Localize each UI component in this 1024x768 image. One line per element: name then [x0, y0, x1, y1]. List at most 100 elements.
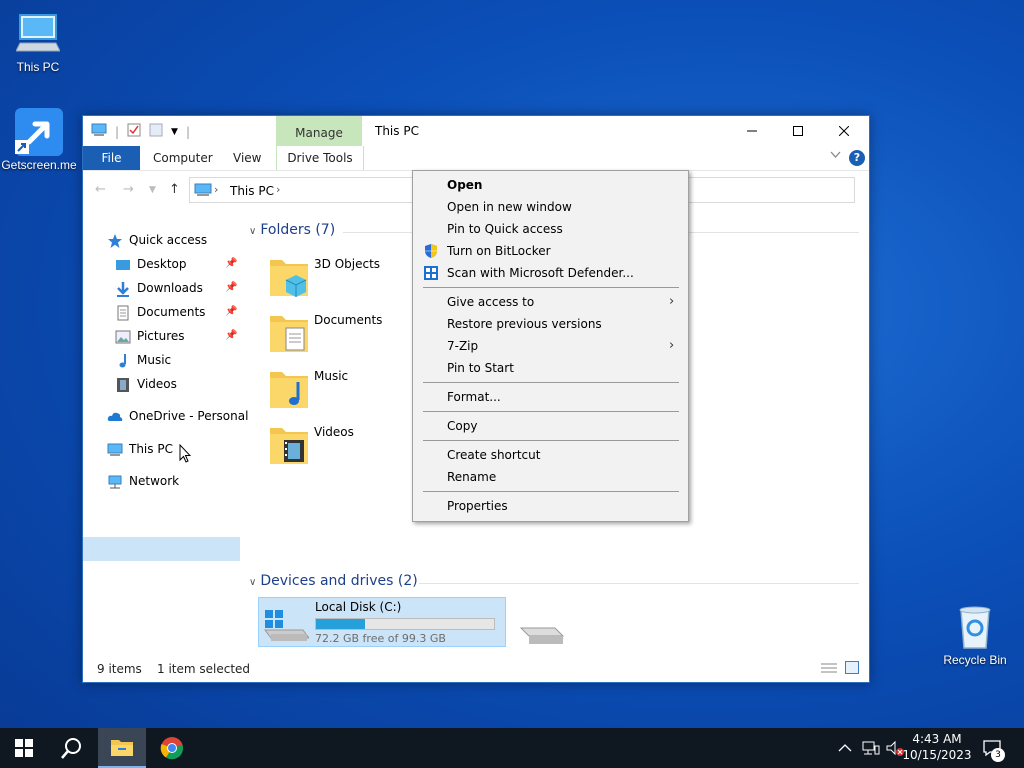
chevron-up-icon: [838, 744, 852, 752]
folder-3d-objects[interactable]: 3D Objects: [268, 252, 418, 304]
defender-icon: [423, 265, 439, 281]
nav-item-quick-access[interactable]: Quick access: [107, 229, 207, 251]
nav-item-pictures[interactable]: Pictures: [115, 325, 185, 347]
close-button[interactable]: [821, 116, 867, 146]
menu-item-open[interactable]: Open: [413, 174, 688, 196]
expand-ribbon-icon[interactable]: [830, 149, 841, 162]
document-icon: [115, 305, 131, 321]
taskbar-chrome[interactable]: [148, 728, 196, 768]
nav-selection-highlight: [83, 537, 240, 561]
quick-access-toolbar: | ▼ |: [91, 123, 190, 140]
start-button[interactable]: [0, 728, 48, 768]
menu-item-give-access[interactable]: Give access to ›: [413, 291, 688, 313]
menu-item-pin-start[interactable]: Pin to Start: [413, 357, 688, 379]
nav-item-videos[interactable]: Videos: [115, 373, 177, 395]
recent-locations-icon[interactable]: ▼: [149, 185, 156, 195]
taskbar-file-explorer[interactable]: [98, 728, 146, 768]
taskbar: 4:43 AM 10/15/2023 3: [0, 728, 1024, 768]
folder-label: Videos: [314, 425, 354, 439]
desktop-icon-getscreen[interactable]: Getscreen.me: [1, 108, 77, 172]
nav-item-this-pc[interactable]: This PC: [107, 438, 173, 460]
folder-music[interactable]: Music: [268, 364, 418, 416]
computer-small-icon: [194, 183, 212, 200]
help-button[interactable]: ?: [849, 150, 865, 166]
nav-item-documents[interactable]: Documents: [115, 301, 205, 323]
pin-icon: 📌: [225, 330, 238, 341]
show-hidden-icons[interactable]: [838, 728, 852, 768]
menu-item-format[interactable]: Format...: [413, 386, 688, 408]
nav-item-onedrive[interactable]: OneDrive - Personal: [107, 405, 248, 427]
menu-separator: [423, 491, 679, 492]
desktop-icon-this-pc[interactable]: This PC: [0, 10, 76, 74]
computer-icon: [107, 442, 123, 458]
drive-local-disk-c[interactable]: Local Disk (C:) 72.2 GB free of 99.3 GB: [258, 597, 506, 647]
menu-item-open-new-window[interactable]: Open in new window: [413, 196, 688, 218]
devices-group-header[interactable]: ∨ Devices and drives (2): [249, 573, 418, 589]
desktop-icon-recycle-bin[interactable]: Recycle Bin: [937, 603, 1013, 667]
chrome-icon: [160, 737, 184, 760]
drive-free-space: 72.2 GB free of 99.3 GB: [315, 632, 446, 645]
minimize-button[interactable]: [729, 116, 775, 146]
tab-computer[interactable]: Computer: [153, 146, 213, 170]
picture-icon: [115, 329, 131, 345]
menu-item-pin-quick-access[interactable]: Pin to Quick access: [413, 218, 688, 240]
chevron-down-icon[interactable]: ∨: [249, 577, 256, 588]
desktop-icon-label: Getscreen.me: [1, 158, 77, 172]
pin-icon: 📌: [225, 282, 238, 293]
group-divider: [419, 583, 859, 584]
window-title: This PC: [375, 124, 419, 138]
folders-group-header[interactable]: ∨ Folders (7): [249, 222, 335, 238]
nav-item-music[interactable]: Music: [115, 349, 171, 371]
nav-item-downloads[interactable]: Downloads: [115, 277, 203, 299]
network-status-icon[interactable]: [862, 728, 880, 768]
new-folder-icon[interactable]: [149, 123, 163, 140]
search-button[interactable]: [48, 728, 96, 768]
chevron-right-icon[interactable]: ›: [276, 183, 280, 196]
menu-separator: [423, 382, 679, 383]
ribbon: File Computer View Drive Tools ?: [83, 146, 869, 171]
properties-icon[interactable]: [127, 123, 141, 140]
chevron-right-icon[interactable]: ›: [214, 183, 218, 196]
folder-documents[interactable]: Documents: [268, 308, 418, 360]
title-bar: | ▼ | Manage This PC: [83, 116, 869, 146]
tab-file[interactable]: File: [83, 146, 140, 170]
menu-item-bitlocker[interactable]: Turn on BitLocker: [413, 240, 688, 262]
menu-separator: [423, 411, 679, 412]
nav-item-desktop[interactable]: Desktop: [115, 253, 187, 275]
tab-manage[interactable]: Manage: [276, 116, 362, 146]
details-view-icon[interactable]: [821, 662, 837, 677]
pin-icon: 📌: [225, 258, 238, 269]
desktop-icon-label: This PC: [16, 60, 60, 74]
menu-item-7zip[interactable]: 7-Zip ›: [413, 335, 688, 357]
system-clock[interactable]: 4:43 AM 10/15/2023: [900, 731, 974, 763]
folder-videos[interactable]: Videos: [268, 420, 418, 472]
recycle-bin-icon: [951, 603, 999, 651]
menu-item-scan-defender[interactable]: Scan with Microsoft Defender...: [413, 262, 688, 284]
back-button[interactable]: ←: [95, 182, 106, 197]
tab-drive-tools[interactable]: Drive Tools: [276, 146, 364, 170]
menu-item-create-shortcut[interactable]: Create shortcut: [413, 444, 688, 466]
up-button[interactable]: ↑: [169, 182, 180, 197]
menu-item-restore-versions[interactable]: Restore previous versions: [413, 313, 688, 335]
clock-date: 10/15/2023: [902, 748, 972, 762]
folder-label: Documents: [314, 313, 383, 327]
menu-item-rename[interactable]: Rename: [413, 466, 688, 488]
drive-usage-fill: [316, 619, 365, 629]
folder-documents-icon: [268, 310, 310, 354]
large-icons-view-icon[interactable]: [845, 661, 859, 677]
drive-icon[interactable]: [519, 614, 565, 651]
menu-item-copy[interactable]: Copy: [413, 415, 688, 437]
chevron-down-icon[interactable]: ∨: [249, 226, 256, 237]
folder-3d-icon: [268, 254, 310, 298]
tab-view[interactable]: View: [233, 146, 261, 170]
drive-usage-bar: [315, 618, 495, 630]
maximize-button[interactable]: [775, 116, 821, 146]
item-count: 9 items: [97, 662, 142, 676]
action-center-button[interactable]: 3: [982, 728, 1005, 768]
nav-item-network[interactable]: Network: [107, 470, 179, 492]
music-note-icon: [115, 353, 131, 369]
qat-dropdown-icon[interactable]: ▼: [171, 127, 178, 137]
forward-button[interactable]: →: [123, 182, 134, 197]
menu-separator: [423, 440, 679, 441]
menu-item-properties[interactable]: Properties: [413, 495, 688, 517]
